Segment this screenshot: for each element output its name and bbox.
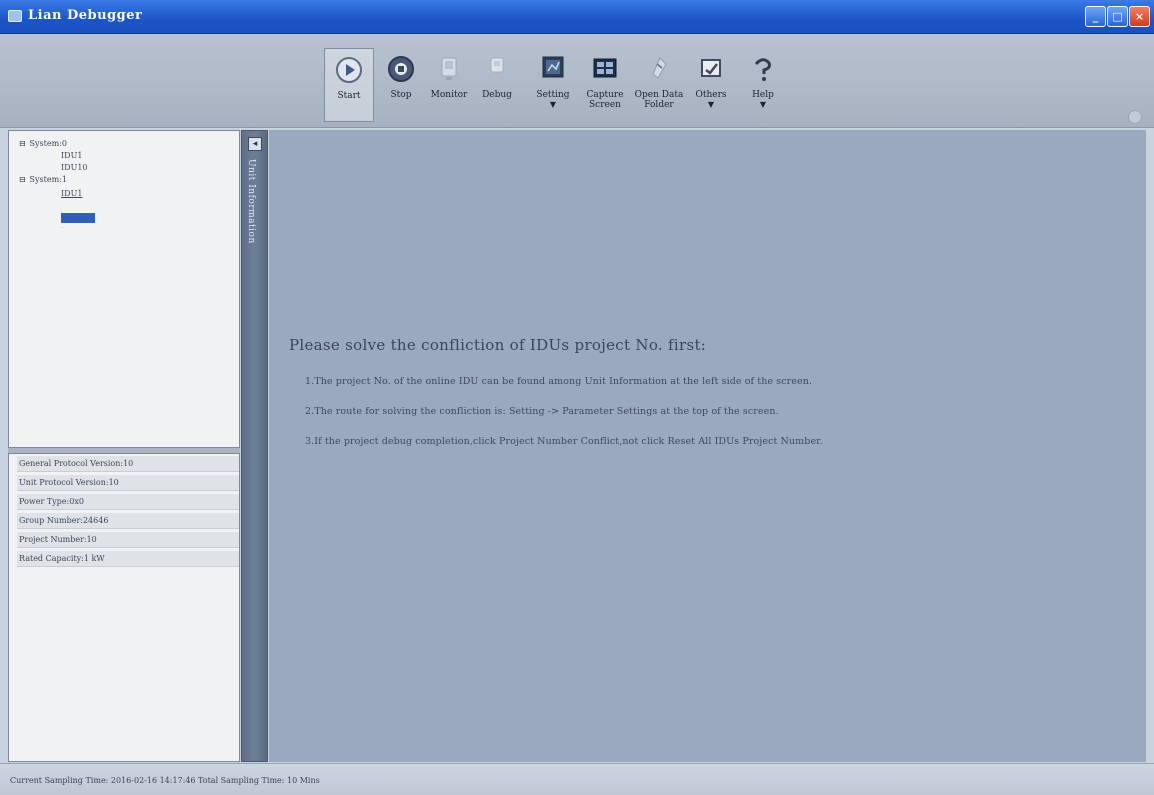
pin-icon[interactable]: ◂	[248, 137, 262, 151]
tree-node-label: System:0	[29, 139, 67, 148]
conflict-message-line-2: 2.The route for solving the confliction …	[305, 406, 779, 417]
conflict-message-title: Please solve the confliction of IDUs pro…	[289, 336, 707, 354]
tree-node-label: System:1	[29, 175, 67, 184]
stop-button[interactable]: Stop	[376, 48, 426, 122]
info-row-general-protocol-version: General Protocol Version:10	[17, 456, 239, 472]
stop-label: Stop	[390, 90, 412, 100]
main-content-area: Please solve the confliction of IDUs pro…	[269, 130, 1146, 762]
setting-dropdown-arrow-icon: ▼	[549, 100, 557, 109]
monitor-button[interactable]: Monitor	[424, 48, 474, 122]
others-icon	[696, 54, 726, 84]
debug-label: Debug	[482, 90, 512, 100]
tree-node-system-0-idu10[interactable]: IDU10	[61, 163, 88, 172]
conflict-message-line-1: 1.The project No. of the online IDU can …	[305, 376, 813, 387]
monitor-icon	[434, 54, 464, 84]
help-label: Help	[752, 90, 774, 100]
conflict-message-line-3: 3.If the project debug completion,click …	[305, 436, 823, 447]
sampling-time-status: Current Sampling Time: 2016-02-16 14:17:…	[10, 776, 320, 785]
tree-node-system-1-idu1[interactable]: IDU1	[61, 189, 82, 198]
unit-information-tab-label: Unit Information	[246, 159, 256, 244]
tree-node-system-0-idu1[interactable]: IDU1	[61, 151, 82, 160]
info-row-project-number: Project Number:10	[17, 532, 239, 548]
stop-icon	[386, 54, 416, 84]
folder-icon	[644, 54, 674, 84]
monitor-label: Monitor	[430, 90, 468, 100]
help-dropdown-arrow-icon: ▼	[759, 100, 767, 109]
collapse-icon[interactable]: ⊟	[19, 139, 27, 148]
capture-screen-icon	[590, 54, 620, 84]
capture-screen-label: Capture Screen	[586, 90, 624, 110]
info-row-group-number: Group Number:24646	[17, 513, 239, 529]
status-bar: Current Sampling Time: 2016-02-16 14:17:…	[0, 763, 1154, 795]
info-row-power-type: Power Type:0x0	[17, 494, 239, 510]
info-row-unit-protocol-version: Unit Protocol Version:10	[17, 475, 239, 491]
debug-button[interactable]: Debug	[472, 48, 522, 122]
debug-icon	[482, 54, 512, 84]
toolbar: Start Stop Monitor Debug Setting ▼ Captu…	[0, 34, 1154, 128]
setting-icon	[538, 54, 568, 84]
others-button[interactable]: Others ▼	[686, 48, 736, 122]
maximize-button[interactable]: □	[1107, 6, 1128, 27]
minimize-button[interactable]: _	[1085, 6, 1106, 27]
close-button[interactable]: ×	[1129, 6, 1150, 27]
start-label: Start	[337, 91, 361, 101]
unit-tree-panel: ⊟ System:0 IDU1 IDU10 ⊟ System:1 IDU1 ID…	[8, 130, 240, 448]
help-button[interactable]: Help ▼	[738, 48, 788, 122]
info-row-rated-capacity: Rated Capacity:1 kW	[17, 551, 239, 567]
tree-node-system-1[interactable]: ⊟ System:1	[19, 175, 67, 184]
window-title: Lian Debugger	[28, 8, 143, 23]
collapse-icon[interactable]: ⊟	[19, 175, 27, 184]
toolbar-grip[interactable]	[1128, 110, 1142, 124]
others-label: Others	[695, 90, 727, 100]
capture-screen-button[interactable]: Capture Screen	[580, 48, 630, 122]
open-data-folder-button[interactable]: Open Data Folder	[634, 48, 684, 122]
tree-node-system-1-idu2-selected[interactable]: IDU2	[61, 213, 95, 229]
open-data-folder-label: Open Data Folder	[634, 90, 684, 110]
unit-info-panel: General Protocol Version:10 Unit Protoco…	[8, 453, 240, 762]
play-icon	[334, 55, 364, 85]
setting-label: Setting	[536, 90, 570, 100]
app-icon	[8, 10, 22, 22]
start-button[interactable]: Start	[324, 48, 374, 122]
setting-button[interactable]: Setting ▼	[528, 48, 578, 122]
title-bar: Lian Debugger _ □ ×	[0, 0, 1154, 34]
tree-node-label: IDU2	[61, 228, 64, 229]
unit-information-tab[interactable]: ◂ Unit Information	[241, 130, 268, 762]
others-dropdown-arrow-icon: ▼	[707, 100, 715, 109]
help-icon	[748, 54, 778, 84]
tree-node-system-0[interactable]: ⊟ System:0	[19, 139, 67, 148]
